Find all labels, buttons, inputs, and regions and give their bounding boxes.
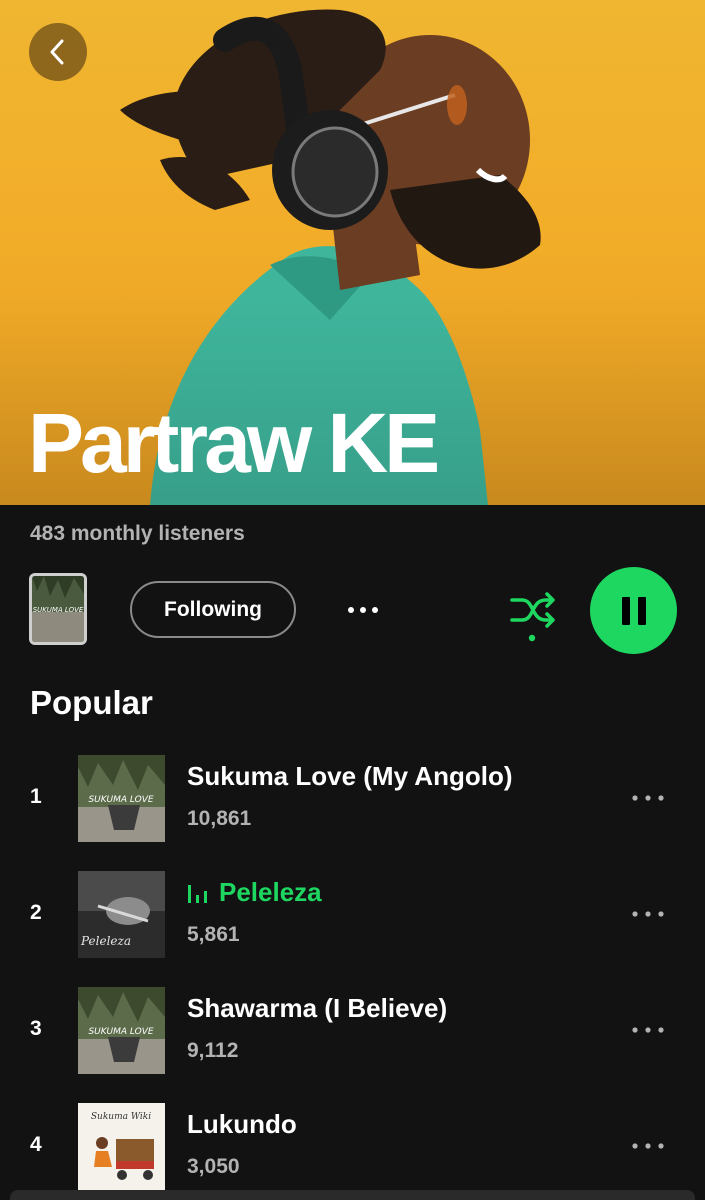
artist-name: Partraw KE — [28, 396, 440, 490]
track-play-count: 3,050 — [187, 1155, 240, 1178]
back-button[interactable] — [29, 23, 87, 81]
following-button[interactable]: Following — [130, 581, 296, 638]
track-play-count: 10,861 — [187, 807, 252, 830]
track-rank: 4 — [30, 1133, 42, 1156]
now-playing-equalizer-icon — [188, 885, 207, 903]
svg-text:SUKUMA LOVE: SUKUMA LOVE — [88, 795, 153, 805]
svg-text:SUKUMA LOVE: SUKUMA LOVE — [88, 1027, 153, 1037]
track-rank: 1 — [30, 785, 42, 808]
artist-controls: SUKUMA LOVE Following — [0, 560, 705, 660]
track-more-button[interactable] — [620, 1128, 676, 1164]
pause-button[interactable] — [590, 567, 677, 654]
track-row[interactable]: 1 SUKUMA LOVE Sukuma Love (My Angolo) 10… — [0, 755, 705, 845]
track-row[interactable]: 2 Peleleza Peleleza 5,861 — [0, 871, 705, 961]
chevron-left-icon — [50, 39, 64, 65]
cover-art: SUKUMA LOVE — [78, 987, 165, 1074]
popular-heading: Popular — [30, 684, 153, 721]
track-title-text: Peleleza — [219, 877, 322, 907]
track-cover: SUKUMA LOVE — [78, 987, 165, 1074]
pause-icon — [621, 596, 646, 625]
more-horizontal-icon — [632, 1027, 664, 1033]
track-title: Lukundo — [187, 1109, 297, 1139]
cover-art: SUKUMA LOVE — [78, 755, 165, 842]
monthly-listeners: 483 monthly listeners — [30, 522, 245, 545]
cover-art: Peleleza — [78, 871, 165, 958]
cover-art: Sukuma Wiki — [78, 1103, 165, 1190]
artist-pick-cover[interactable]: SUKUMA LOVE — [29, 573, 87, 645]
track-cover: Peleleza — [78, 871, 165, 958]
mini-player-edge — [10, 1190, 695, 1200]
shuffle-button[interactable] — [506, 588, 560, 644]
track-rank: 3 — [30, 1017, 42, 1040]
more-horizontal-icon — [348, 607, 378, 613]
cover-art: SUKUMA LOVE — [32, 576, 84, 642]
more-horizontal-icon — [632, 911, 664, 917]
track-more-button[interactable] — [620, 896, 676, 932]
track-title: Peleleza — [187, 877, 322, 908]
track-rank: 2 — [30, 901, 42, 924]
track-row[interactable]: 4 Sukuma Wiki Lukundo 3,050 — [0, 1103, 705, 1193]
track-more-button[interactable] — [620, 780, 676, 816]
track-row[interactable]: 3 SUKUMA LOVE Shawarma (I Believe) 9,112 — [0, 987, 705, 1077]
track-title: Sukuma Love (My Angolo) — [187, 761, 513, 791]
svg-text:SUKUMA LOVE: SUKUMA LOVE — [33, 606, 84, 614]
track-play-count: 5,861 — [187, 923, 240, 946]
track-cover: SUKUMA LOVE — [78, 755, 165, 842]
more-horizontal-icon — [632, 1143, 664, 1149]
shuffle-icon — [510, 592, 555, 642]
svg-text:Sukuma Wiki: Sukuma Wiki — [91, 1112, 151, 1122]
track-cover: Sukuma Wiki — [78, 1103, 165, 1190]
artist-hero: Partraw KE — [0, 0, 705, 505]
track-title: Shawarma (I Believe) — [187, 993, 448, 1023]
svg-text:Peleleza: Peleleza — [80, 934, 131, 948]
more-horizontal-icon — [632, 795, 664, 801]
more-options-button[interactable] — [338, 590, 388, 630]
track-more-button[interactable] — [620, 1012, 676, 1048]
track-play-count: 9,112 — [187, 1039, 239, 1062]
